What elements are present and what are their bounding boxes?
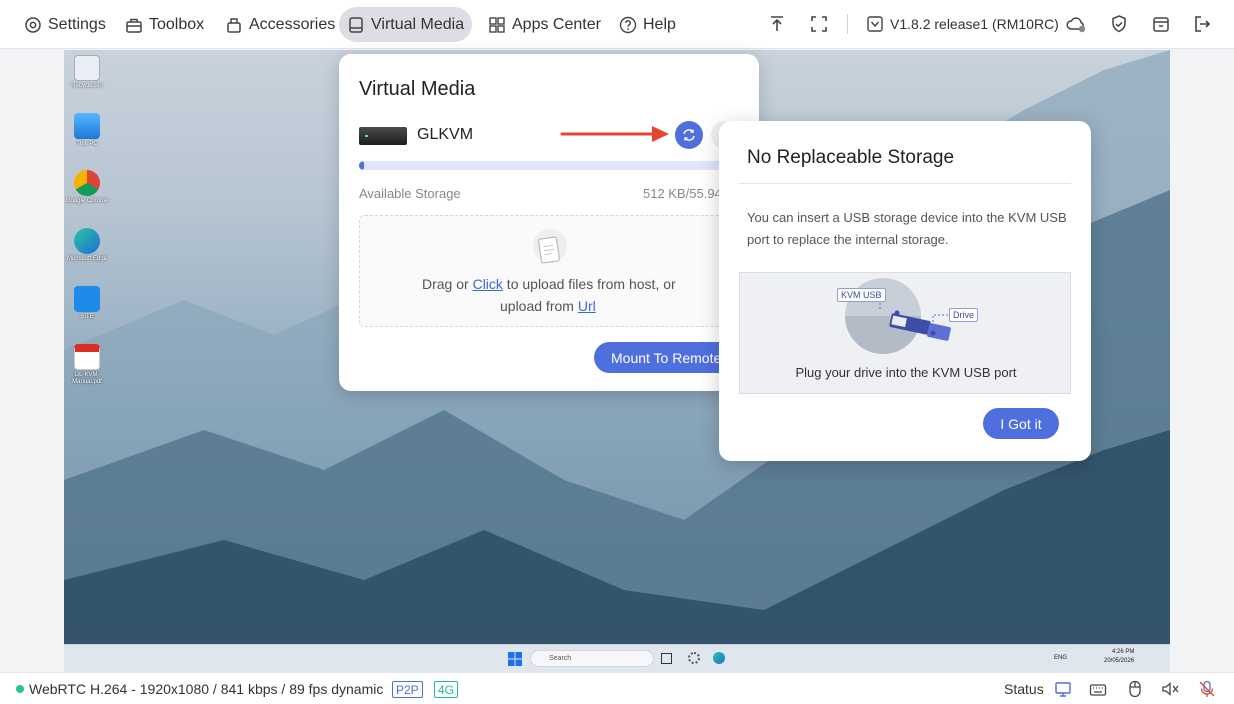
desktop-icon-label: Recycle Bin (71, 83, 103, 89)
desktop-icon-chrome[interactable]: Google Chrome (64, 170, 110, 205)
available-storage-label: Available Storage (359, 186, 461, 201)
mount-button-label: Mount To Remote (611, 349, 722, 366)
chrome-icon (74, 170, 100, 196)
got-it-label: I Got it (1000, 415, 1042, 432)
nav-toolbox-label: Toolbox (149, 15, 205, 33)
connection-status-dot (16, 685, 24, 693)
virtual-media-title: Virtual Media (359, 78, 476, 100)
nav-toolbox[interactable]: Toolbox (117, 7, 212, 42)
desktop-icon-app-shortcut[interactable]: SITE (64, 286, 110, 321)
nav-help-label: Help (643, 15, 676, 33)
illustration-caption: Plug your drive into the KVM USB port (795, 365, 1017, 380)
p2p-badge: P2P (392, 681, 423, 698)
version-icon (867, 16, 883, 32)
storage-usage-bar (359, 161, 739, 170)
device-name: GLKVM (417, 126, 474, 143)
desktop-icon-label: SITE (80, 314, 94, 320)
microphone-muted-icon[interactable] (1197, 680, 1217, 698)
window-switch-icon[interactable] (1150, 13, 1172, 35)
desktop-icon-recycle-bin[interactable]: Recycle Bin (64, 55, 110, 90)
app-shortcut-icon (74, 286, 100, 312)
toolbar-divider (847, 14, 848, 34)
edge-icon (74, 228, 100, 254)
accessories-icon (227, 17, 241, 33)
cloud-status-icon[interactable] (1066, 13, 1088, 35)
available-storage-value: 512 KB/55.94 (643, 186, 722, 201)
tray-time[interactable]: 4:26 PM (1112, 649, 1134, 655)
this-pc-icon (74, 113, 100, 139)
tray-language[interactable]: ENG (1054, 655, 1067, 661)
desktop-icon-this-pc[interactable]: This PC (64, 113, 110, 148)
nav-help[interactable]: Help (611, 7, 684, 42)
nav-settings[interactable]: Settings (16, 7, 114, 42)
virtual-media-panel: Virtual Media GLKVM Available Storage 51… (339, 54, 759, 391)
refresh-icon (683, 129, 695, 141)
storage-usage-fill (359, 161, 364, 170)
taskbar-search-placeholder: Search (549, 655, 572, 662)
network-badge: 4G (434, 681, 459, 698)
storage-device-icon (359, 127, 407, 145)
gear-icon (25, 16, 41, 33)
windows-start-icon[interactable] (508, 652, 522, 666)
desktop-icon-label: Google Chrome (65, 198, 109, 204)
desktop-icon-label: GL-KVM-Manual.pdf (72, 372, 102, 385)
kvm-usb-tag: KVM USB (837, 288, 886, 302)
nav-accessories-label: Accessories (249, 15, 336, 33)
keyboard-icon[interactable] (1088, 680, 1108, 698)
nav-virtual-media-label: Virtual Media (371, 15, 465, 33)
refresh-storage-button[interactable] (675, 121, 703, 149)
shield-icon[interactable] (1108, 13, 1130, 35)
pdf-icon (74, 344, 100, 370)
usb-plug-illustration: KVM USB Drive Plug your drive into the K… (739, 272, 1071, 394)
upload-file-icon (533, 229, 567, 264)
taskbar-search-box[interactable]: Search (530, 650, 654, 667)
nav-virtual-media[interactable]: Virtual Media (339, 7, 473, 42)
dropzone-text-line1: Drag or Click to upload files from host,… (422, 276, 676, 292)
dropzone-middle: to upload files from host, or (502, 276, 676, 292)
annotation-arrow-icon (560, 126, 669, 142)
connection-info: WebRTC H.264 - 1920x1080 / 841 kbps / 89… (29, 681, 384, 697)
version-info[interactable]: V1.8.2 release1 (RM10RC) (866, 13, 1059, 35)
i-got-it-button[interactable]: I Got it (983, 408, 1059, 439)
version-label: V1.8.2 release1 (RM10RC) (890, 16, 1059, 32)
tray-date[interactable]: 20/05/2026 (1104, 658, 1134, 664)
logout-icon[interactable] (1191, 13, 1213, 35)
desktop-icon-label: This PC (76, 141, 98, 147)
status-bar: WebRTC H.264 - 1920x1080 / 841 kbps / 89… (0, 672, 1234, 704)
task-view-icon[interactable] (661, 653, 672, 664)
mouse-icon[interactable] (1125, 680, 1145, 698)
nav-settings-label: Settings (48, 15, 106, 33)
toolbox-icon (126, 18, 142, 33)
drive-icon (349, 16, 363, 33)
windows-taskbar: Search ENG 4:26 PM 20/05/2026 (64, 644, 1170, 672)
drive-tag: Drive (949, 308, 979, 322)
popup-message: You can insert a USB storage device into… (747, 210, 1067, 247)
speaker-muted-icon[interactable] (1161, 680, 1181, 698)
nav-apps-center-label: Apps Center (512, 15, 601, 33)
fullscreen-icon[interactable] (808, 13, 830, 35)
nav-apps-center[interactable]: Apps Center (480, 7, 609, 42)
edge-taskbar-icon[interactable] (713, 652, 725, 664)
monitor-icon[interactable] (1053, 680, 1073, 698)
help-icon (619, 16, 637, 33)
settings-app-icon[interactable] (688, 652, 700, 664)
url-upload-link[interactable]: Url (578, 298, 596, 314)
dropzone-prefix: Drag or (422, 276, 473, 292)
apps-icon (489, 16, 505, 33)
file-upload-dropzone[interactable]: Drag or Click to upload files from host,… (359, 215, 759, 327)
upload-icon[interactable] (766, 13, 788, 35)
nav-accessories[interactable]: Accessories (217, 7, 343, 42)
status-label[interactable]: Status (1004, 681, 1044, 697)
click-upload-link[interactable]: Click (473, 276, 503, 292)
no-replaceable-storage-popup: No Replaceable Storage You can insert a … (719, 121, 1091, 461)
desktop-icon-edge[interactable]: Microsoft Edge (64, 228, 110, 263)
top-navigation-bar: Settings Toolbox Accessories Virtual Med… (0, 0, 1234, 49)
recycle-bin-icon (74, 55, 100, 81)
dropzone-text-line2: upload from Url (500, 298, 596, 314)
popup-divider (739, 183, 1071, 184)
popup-title: No Replaceable Storage (747, 147, 955, 168)
desktop-icon-label: Microsoft Edge (66, 256, 108, 262)
desktop-icon-pdf[interactable]: GL-KVM-Manual.pdf (64, 344, 110, 386)
dropzone-line2-prefix: upload from (500, 298, 578, 314)
